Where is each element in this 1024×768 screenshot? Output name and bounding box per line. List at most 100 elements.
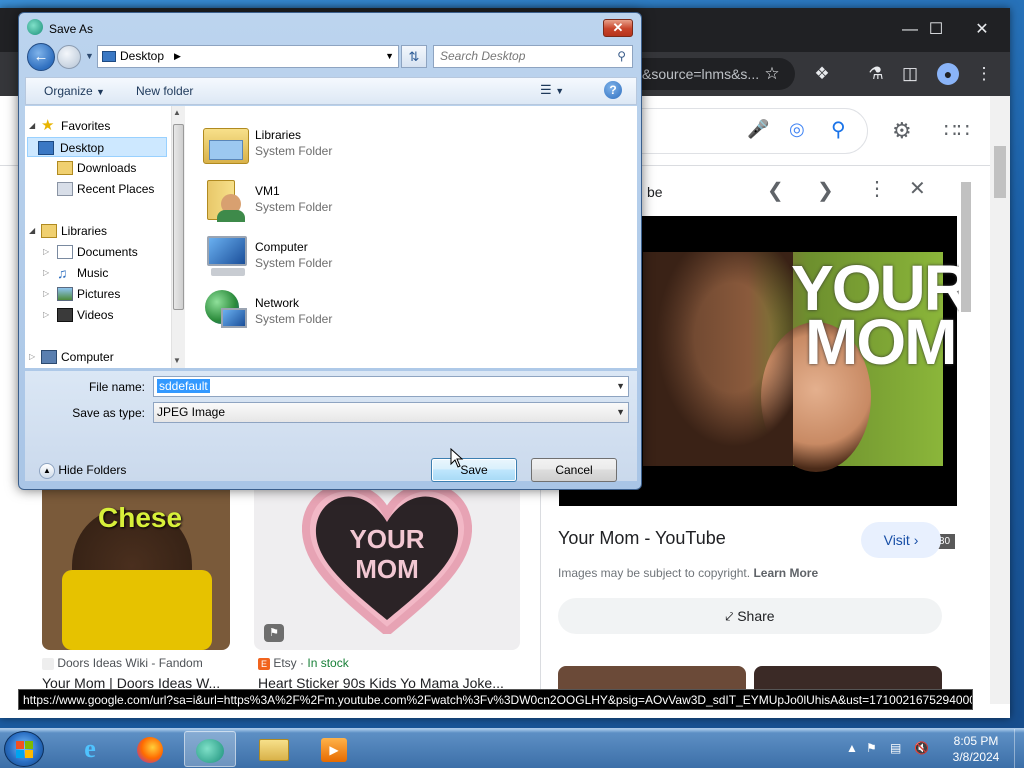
result-image-1[interactable]: Chese (42, 480, 230, 650)
back-arrow-icon[interactable]: ← (27, 43, 55, 71)
stock-status: In stock (307, 656, 349, 670)
cancel-button[interactable]: Cancel (531, 458, 617, 482)
lens-search-icon[interactable]: ◎ (789, 119, 805, 140)
save-type-dropdown-icon[interactable]: ▼ (616, 403, 625, 422)
dialog-title: Save As (49, 22, 94, 36)
volume-muted-icon[interactable]: 🔇 (914, 741, 929, 755)
expand-arrow-icon[interactable]: ▷ (43, 284, 49, 304)
file-name-input[interactable]: sddefault ▼ (153, 376, 629, 397)
forward-arrow-icon[interactable] (57, 45, 81, 69)
profile-avatar-icon[interactable]: ● (934, 60, 962, 88)
nav-desktop[interactable]: Desktop (27, 137, 167, 157)
side-panel-icon[interactable]: ◫ (896, 60, 924, 88)
nav-downloads[interactable]: Downloads (25, 158, 171, 178)
save-as-dialog: Save As ✕ ← ▼ Desktop ▶ ▼ ⇅ Search Deskt… (18, 12, 642, 490)
file-list-pane: Libraries System Folder VM1 System Folde… (185, 106, 637, 368)
maximize-button[interactable]: ☐ (916, 14, 956, 46)
dialog-close-button[interactable]: ✕ (603, 19, 633, 37)
start-button[interactable] (4, 731, 44, 767)
nav-videos[interactable]: ▷ Videos (25, 305, 171, 325)
recent-pages-dropdown-icon[interactable]: ▼ (85, 51, 94, 61)
close-button[interactable]: ✕ (962, 14, 1002, 46)
desktop-folder-icon (102, 51, 116, 62)
expand-arrow-icon[interactable]: ▷ (29, 347, 35, 367)
visit-button[interactable]: Visit › (861, 522, 941, 558)
refresh-icon[interactable]: ⇅ (401, 45, 427, 68)
action-center-flag-icon[interactable]: ⚑ (866, 741, 877, 755)
breadcrumb-arrow-icon[interactable]: ▶ (174, 46, 181, 67)
nav-pictures[interactable]: ▷ Pictures (25, 284, 171, 304)
nav-recent-places[interactable]: Recent Places (25, 179, 171, 199)
file-name-value: sddefault (157, 379, 210, 393)
panel-scrollbar[interactable] (959, 172, 973, 686)
firefox-icon[interactable] (124, 731, 176, 767)
navigation-pane: ◢ ★ Favorites Desktop Downloads Recent P… (25, 106, 185, 368)
preview-title[interactable]: Your Mom - YouTube (558, 528, 726, 549)
expand-arrow-icon[interactable]: ▷ (43, 305, 49, 325)
active-app-icon[interactable] (184, 731, 236, 767)
collapse-arrow-icon[interactable]: ◢ (29, 221, 35, 241)
close-panel-icon[interactable]: ✕ (909, 176, 926, 201)
nav-favorites[interactable]: ◢ ★ Favorites (25, 116, 171, 136)
network-icon[interactable]: ▤ (890, 741, 901, 755)
voice-search-icon[interactable]: 🎤 (747, 119, 769, 140)
internet-explorer-icon[interactable]: e (64, 731, 116, 767)
file-item-network[interactable]: Network System Folder (203, 284, 503, 338)
more-options-icon[interactable]: ⋮ (867, 176, 887, 201)
scroll-up-icon[interactable]: ▲ (173, 108, 181, 117)
music-label: Music (77, 266, 109, 280)
extensions-icon[interactable]: ❖ (808, 60, 836, 88)
scrollbar-thumb[interactable] (994, 146, 1006, 198)
result-image-2[interactable]: YOUR MOM ⚑ (254, 480, 520, 650)
page-scrollbar[interactable] (990, 96, 1010, 704)
expand-arrow-icon[interactable]: ▷ (43, 263, 49, 283)
address-breadcrumb[interactable]: Desktop ▶ ▼ (97, 45, 399, 68)
search-desktop-input[interactable]: Search Desktop ⚲ (433, 45, 633, 68)
nav-documents[interactable]: ▷ Documents (25, 242, 171, 262)
nav-scrollbar-thumb[interactable] (173, 124, 184, 310)
address-dropdown-icon[interactable]: ▼ (385, 46, 394, 67)
nav-computer[interactable]: ▷ Computer (25, 347, 171, 367)
nav-libraries[interactable]: ◢ Libraries (25, 221, 171, 241)
previous-chevron-icon[interactable]: ❮ (767, 178, 784, 203)
nav-scrollbar[interactable]: ▲ ▼ (171, 106, 185, 368)
organize-menu[interactable]: Organize ▼ (44, 84, 105, 98)
scroll-down-icon[interactable]: ▼ (173, 356, 181, 365)
expand-arrow-icon[interactable]: ▷ (43, 242, 49, 262)
learn-more-link[interactable]: Learn More (753, 566, 818, 580)
share-button[interactable]: ⤦ Share (558, 598, 942, 634)
result-source-1[interactable]: Doors Ideas Wiki - Fandom (42, 656, 203, 670)
nav-music[interactable]: ▷ ♫ Music (25, 263, 171, 283)
file-item-computer[interactable]: Computer System Folder (203, 228, 503, 282)
show-desktop-button[interactable] (1014, 729, 1024, 768)
search-placeholder: Search Desktop (440, 49, 526, 63)
view-options-icon[interactable]: ☰ ▼ (540, 82, 564, 98)
new-folder-button[interactable]: New folder (136, 84, 193, 98)
media-player-icon[interactable]: ▶ (308, 731, 360, 767)
google-apps-icon[interactable]: ∷∷ (944, 118, 969, 143)
save-type-select[interactable]: JPEG Image ▼ (153, 402, 629, 423)
panel-scrollbar-thumb[interactable] (961, 182, 971, 312)
file-explorer-icon[interactable] (248, 731, 300, 767)
collapse-arrow-icon[interactable]: ◢ (29, 116, 35, 136)
save-button[interactable]: Save (431, 458, 517, 482)
address-location[interactable]: Desktop (120, 46, 164, 67)
labs-flask-icon[interactable]: ⚗ (862, 60, 890, 88)
organize-label: Organize (44, 84, 93, 98)
result-source-2[interactable]: E Etsy · In stock (258, 656, 349, 670)
help-icon[interactable]: ? (604, 81, 622, 99)
bookmark-star-icon[interactable]: ☆ (758, 60, 786, 88)
show-hidden-icons[interactable]: ▲ (846, 741, 858, 755)
settings-gear-icon[interactable]: ⚙ (892, 118, 912, 144)
browser-menu-icon[interactable]: ⋮ (970, 60, 998, 88)
system-clock[interactable]: 8:05 PM 3/8/2024 (944, 733, 1008, 765)
file-item-libraries[interactable]: Libraries System Folder (203, 116, 503, 170)
file-item-vm1[interactable]: VM1 System Folder (203, 172, 503, 226)
file-name-dropdown-icon[interactable]: ▼ (616, 377, 625, 396)
share-icon: ⤦ (725, 608, 734, 624)
search-icon[interactable]: ⚲ (831, 117, 846, 142)
hide-folders-toggle[interactable]: ▲ Hide Folders (39, 463, 126, 479)
command-bar: Organize ▼ New folder ☰ ▼ ? (25, 77, 637, 105)
product-tag-icon: ⚑ (264, 624, 284, 642)
next-chevron-icon[interactable]: ❯ (817, 178, 834, 203)
